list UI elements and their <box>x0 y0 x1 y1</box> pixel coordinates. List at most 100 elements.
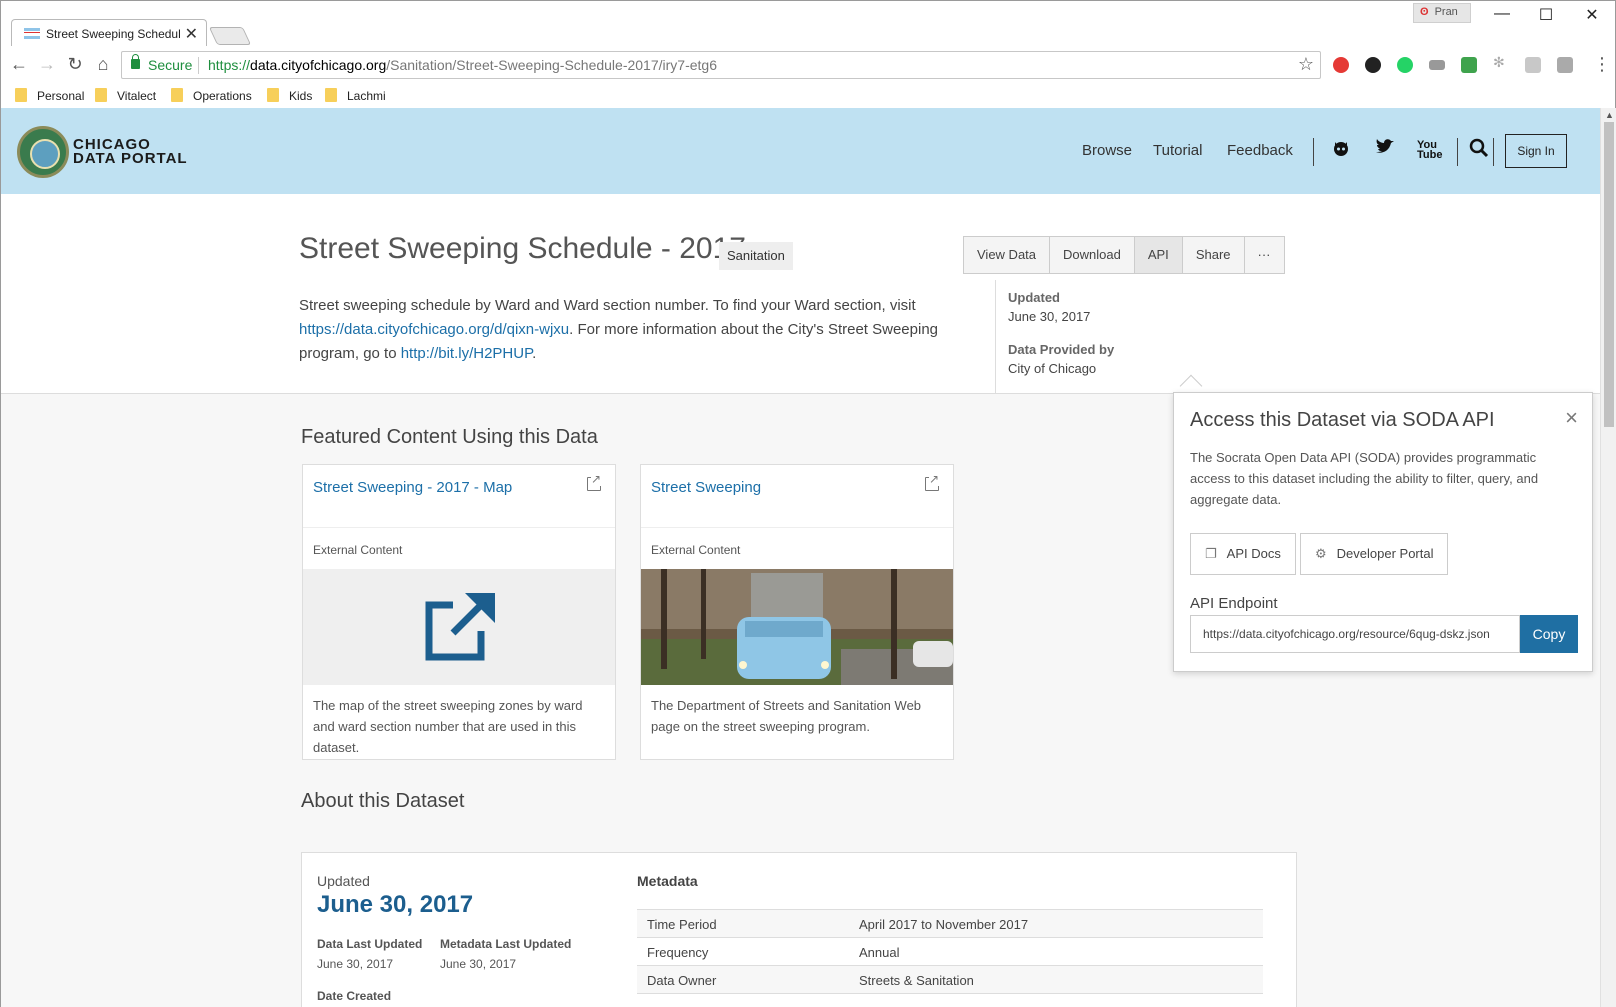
provided-by-value: City of Chicago <box>1008 361 1097 376</box>
close-window-icon[interactable]: ✕ <box>1577 5 1607 25</box>
dataset-actions: View Data Download API Share ··· <box>963 236 1285 274</box>
dataset-description: Street sweeping schedule by Ward and War… <box>299 297 939 362</box>
external-link-icon[interactable] <box>925 472 940 491</box>
about-updated-value: June 30, 2017 <box>317 891 474 918</box>
chicago-seal-logo[interactable] <box>17 126 69 178</box>
whatsapp-extension-icon[interactable] <box>1397 57 1413 73</box>
new-tab-button[interactable] <box>208 27 252 45</box>
search-icon[interactable] <box>1469 138 1489 163</box>
category-badge[interactable]: Sanitation <box>719 242 793 270</box>
bookmark-kids[interactable]: Kids <box>267 88 312 103</box>
cast-extension-icon[interactable] <box>1429 60 1445 70</box>
about-dataset-panel: Updated June 30, 2017 Data Last Updated … <box>301 852 1297 1007</box>
popover-title: Access this Dataset via SODA API <box>1190 409 1495 431</box>
api-docs-button[interactable]: ❐ API Docs <box>1190 533 1296 575</box>
tab-title: Street Sweeping Schedul <box>46 27 180 41</box>
metadata-last-updated: Metadata Last Updated June 30, 2017 <box>440 937 572 971</box>
featured-card[interactable]: Street Sweeping - 2017 - Map External Co… <box>302 464 616 760</box>
browser-toolbar: ← → ↻ ⌂ Secure https://data.cityofchicag… <box>0 46 1616 86</box>
card-title-link[interactable]: Street Sweeping - 2017 - Map <box>313 479 512 496</box>
table-row: Data Owner Streets & Sanitation <box>637 966 1263 994</box>
page-scrollbar[interactable]: ▲ <box>1600 108 1616 1007</box>
chicago-flag-icon <box>24 28 40 40</box>
maximize-icon[interactable]: ☐ <box>1531 5 1561 25</box>
snowflake-extension-icon[interactable]: ✻ <box>1493 54 1509 70</box>
google-extension-icon[interactable] <box>1557 57 1573 73</box>
developer-portal-button[interactable]: ⚙ Developer Portal <box>1300 533 1449 575</box>
github-icon[interactable] <box>1331 138 1351 163</box>
dataset-summary: Street Sweeping Schedule - 2017 Sanitati… <box>1 194 1600 394</box>
tab-close-icon[interactable]: ✕ <box>185 24 198 44</box>
metadata-heading: Metadata <box>637 873 698 889</box>
updated-value: June 30, 2017 <box>1008 309 1091 324</box>
external-content-icon[interactable] <box>303 569 615 685</box>
view-data-button[interactable]: View Data <box>964 237 1051 273</box>
copy-button[interactable]: Copy <box>1520 615 1578 653</box>
site-header: CHICAGO DATA PORTAL Browse Tutorial Feed… <box>1 108 1600 194</box>
browser-tabstrip: Street Sweeping Schedul ✕ ʘ Pran — ☐ ✕ <box>0 0 1616 48</box>
nav-tutorial[interactable]: Tutorial <box>1153 142 1202 159</box>
folder-icon <box>267 88 279 102</box>
url-text[interactable]: https://data.cityofchicago.org/Sanitatio… <box>208 57 717 73</box>
bookmark-lachmi[interactable]: Lachmi <box>325 88 386 103</box>
bookmark-vitalect[interactable]: Vitalect <box>95 88 156 103</box>
site-logo-text[interactable]: CHICAGO DATA PORTAL <box>73 137 188 166</box>
nav-browse[interactable]: Browse <box>1082 142 1132 159</box>
bookmark-personal[interactable]: Personal <box>15 88 84 103</box>
date-created-label: Date Created <box>317 989 392 1003</box>
omnibox-divider <box>198 57 199 74</box>
featured-card[interactable]: Street Sweeping External Content <box>640 464 954 760</box>
download-button[interactable]: Download <box>1050 237 1135 273</box>
header-divider <box>1493 138 1494 166</box>
folder-icon <box>15 88 27 102</box>
ward-section-link[interactable]: https://data.cityofchicago.org/d/qixn-wj… <box>299 321 569 338</box>
bookmark-operations[interactable]: Operations <box>171 88 252 103</box>
close-icon[interactable]: × <box>1565 405 1578 431</box>
profile-icon: ʘ <box>1420 6 1429 18</box>
featured-heading: Featured Content Using this Data <box>301 426 598 448</box>
card-type-label: External Content <box>313 543 403 557</box>
browser-tab[interactable]: Street Sweeping Schedul ✕ <box>11 19 207 48</box>
header-divider <box>1457 138 1458 166</box>
card-title-link[interactable]: Street Sweeping <box>651 479 761 496</box>
youtube-icon[interactable]: You Tube <box>1417 140 1442 161</box>
updated-label: Updated <box>1008 290 1060 305</box>
minimize-icon[interactable]: — <box>1487 5 1517 23</box>
share-button[interactable]: Share <box>1183 237 1245 273</box>
about-heading: About this Dataset <box>301 790 465 812</box>
evernote-extension-icon[interactable] <box>1461 57 1477 73</box>
street-sweeping-link[interactable]: http://bit.ly/H2PHUP <box>401 345 532 362</box>
api-endpoint-input[interactable] <box>1190 615 1520 653</box>
profile-button[interactable]: ʘ Pran <box>1413 3 1471 23</box>
bookmark-star-icon[interactable]: ☆ <box>1298 54 1314 75</box>
street-sweeper-photo[interactable] <box>641 569 953 685</box>
opera-extension-icon[interactable] <box>1333 57 1349 73</box>
scroll-thumb[interactable] <box>1604 122 1614 427</box>
sign-in-button[interactable]: Sign In <box>1505 134 1567 168</box>
lock-icon <box>131 54 140 69</box>
home-icon[interactable]: ⌂ <box>91 54 115 75</box>
page-title: Street Sweeping Schedule - 2017 <box>299 232 746 265</box>
api-popover: Access this Dataset via SODA API × The S… <box>1173 392 1593 672</box>
page-content: CHICAGO DATA PORTAL Browse Tutorial Feed… <box>0 108 1600 1007</box>
back-icon[interactable]: ← <box>7 54 31 75</box>
address-bar[interactable]: Secure https://data.cityofchicago.org/Sa… <box>121 51 1321 79</box>
browser-menu-icon[interactable]: ⋮ <box>1593 54 1611 75</box>
forward-icon[interactable]: → <box>35 54 59 75</box>
scroll-up-icon[interactable]: ▲ <box>1605 110 1614 120</box>
secure-label: Secure <box>148 57 193 73</box>
nav-feedback[interactable]: Feedback <box>1227 142 1293 159</box>
dataset-meta-sidebar: Updated June 30, 2017 Data Provided by C… <box>995 280 1195 394</box>
color-extension-icon[interactable] <box>1365 57 1381 73</box>
card-divider <box>303 527 615 528</box>
reload-icon[interactable]: ↻ <box>63 54 87 75</box>
external-link-icon[interactable] <box>587 472 602 491</box>
api-button[interactable]: API <box>1134 237 1183 273</box>
card-description: The Department of Streets and Sanitation… <box>651 698 922 734</box>
folder-icon <box>171 88 183 102</box>
twitter-icon[interactable] <box>1375 138 1395 161</box>
folder-icon <box>95 88 107 102</box>
more-actions-button[interactable]: ··· <box>1245 237 1284 273</box>
pdf-extension-icon[interactable] <box>1525 57 1541 73</box>
header-divider <box>1313 138 1314 166</box>
